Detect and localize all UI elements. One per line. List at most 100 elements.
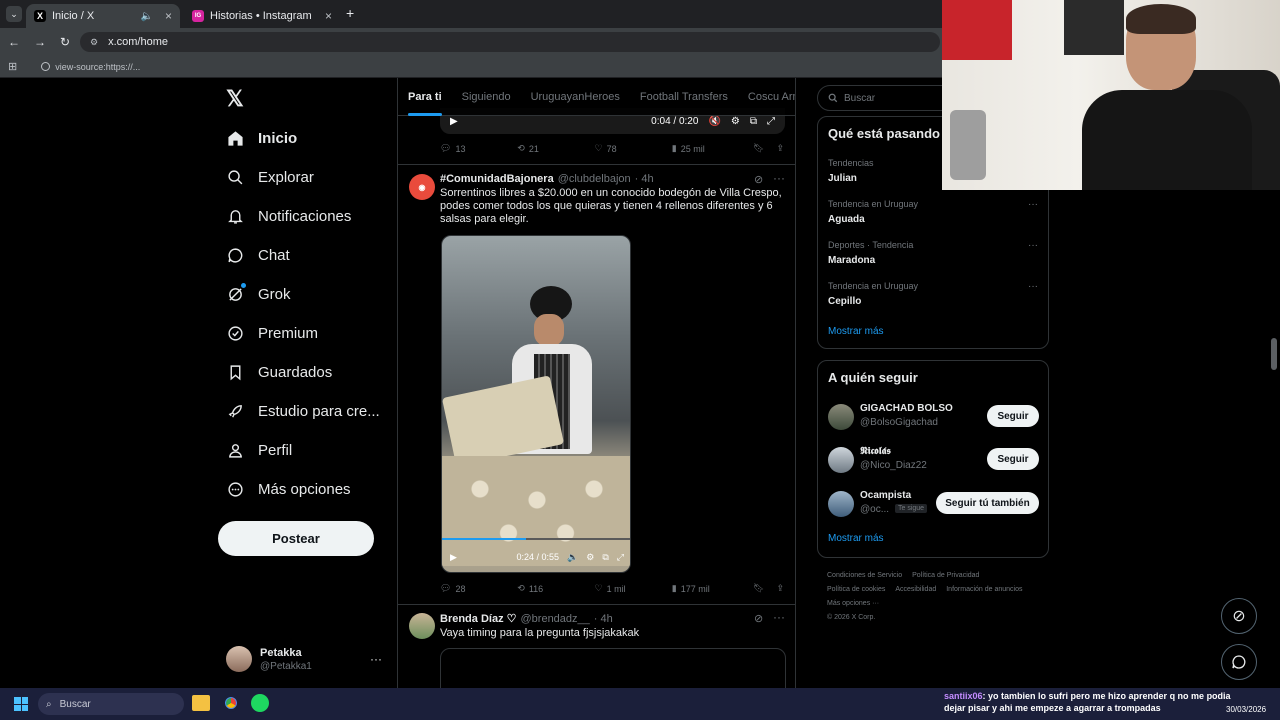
follow-suggestion[interactable]: GIGACHAD BOLSO @BolsoGigachad Seguir	[828, 401, 1040, 433]
nav-estudio[interactable]: Estudio para cre...	[226, 402, 380, 420]
tweet-video[interactable]: ▶ 0:24 / 0:55 🔈 ⚙ ⧉ ⤢	[441, 235, 631, 573]
author-name[interactable]: #ComunidadBajonera	[440, 173, 554, 185]
tweet[interactable]: ◉ #ComunidadBajonera @clubdelbajon · 4h …	[398, 165, 795, 605]
play-icon[interactable]: ▶	[450, 552, 457, 563]
chrome-icon[interactable]	[222, 694, 240, 712]
nav-perfil[interactable]: Perfil	[226, 441, 292, 459]
grok-float-icon[interactable]: ⊘	[1221, 598, 1257, 634]
follow-button[interactable]: Seguir	[987, 448, 1039, 470]
back-icon[interactable]: ←	[8, 35, 20, 49]
x-logo-icon[interactable]: 𝕏	[226, 88, 248, 110]
mute-icon[interactable]: 🔇	[708, 116, 720, 127]
follow-suggestion[interactable]: Ocampista @oc... Te sigue Seguir tú tamb…	[828, 488, 1040, 520]
tweet-time[interactable]: · 4h	[594, 613, 613, 625]
tab-instagram[interactable]: IG Historias • Instagram ×	[184, 4, 340, 28]
footer-link[interactable]: Política de cookies	[827, 586, 885, 593]
windows-start-icon[interactable]	[14, 697, 28, 711]
grok-icon[interactable]: ⊘	[754, 173, 763, 186]
more-icon[interactable]: ···	[773, 171, 785, 185]
new-tab-button[interactable]: +	[346, 5, 354, 21]
show-more-link[interactable]: Mostrar más	[828, 326, 884, 337]
file-explorer-icon[interactable]	[192, 695, 210, 711]
close-icon[interactable]: ×	[165, 9, 172, 23]
tweet-time[interactable]: · 4h	[635, 173, 654, 185]
pip-icon[interactable]: ⧉	[602, 552, 608, 563]
bookmark-item[interactable]: view-source:https://...	[41, 62, 140, 72]
more-icon[interactable]: ···	[1028, 199, 1038, 210]
settings-icon[interactable]: ⚙	[731, 116, 740, 127]
avatar[interactable]	[409, 613, 435, 639]
trend-item[interactable]: Deportes · Tendencia Maradona ···	[828, 240, 1038, 266]
more-icon[interactable]: ···	[1028, 240, 1038, 251]
nav-guardados[interactable]: Guardados	[226, 363, 332, 381]
nav-inicio[interactable]: Inicio	[226, 129, 297, 147]
tab-para-ti[interactable]: Para ti	[408, 91, 442, 116]
nav-premium[interactable]: Premium	[226, 324, 318, 342]
reply-button[interactable]: 💬︎ 13	[440, 143, 517, 154]
footer-link[interactable]: Información de anuncios	[946, 586, 1022, 593]
show-more-link[interactable]: Mostrar más	[828, 533, 884, 544]
nav-mas-opciones[interactable]: Más opciones	[226, 480, 351, 498]
repost-button[interactable]: ⟲ 116	[517, 583, 594, 594]
tab-football-transfers[interactable]: Football Transfers	[640, 91, 728, 103]
messages-float-button[interactable]	[1221, 644, 1257, 680]
tab-uruguayanheroes[interactable]: UruguayanHeroes	[531, 91, 620, 103]
reload-icon[interactable]: ↻	[60, 35, 70, 49]
account-switcher[interactable]: Petakka @Petakka1 ···	[226, 642, 396, 676]
forward-icon[interactable]: →	[34, 35, 46, 49]
author-handle[interactable]: @clubdelbajon	[558, 173, 631, 185]
video-progress[interactable]	[442, 538, 630, 540]
nav-chat[interactable]: Chat	[226, 246, 290, 264]
trend-item[interactable]: Tendencia en Uruguay Cepillo ···	[828, 281, 1038, 307]
footer-link[interactable]: Política de Privacidad	[912, 572, 979, 579]
follow-suggestion[interactable]: 𝕹𝖎𝖈𝖔𝖑𝖆́𝖘 @Nico_Diaz22 Seguir	[828, 444, 1040, 476]
more-icon[interactable]: ···	[370, 652, 382, 666]
tab-search-button[interactable]: ⌄	[6, 6, 22, 22]
fullscreen-icon[interactable]: ⤢	[617, 552, 624, 563]
reply-button[interactable]: 💬︎ 28	[440, 583, 517, 594]
spotify-icon[interactable]	[251, 694, 269, 712]
pip-icon[interactable]: ⧉	[750, 116, 757, 127]
follow-button[interactable]: Seguir	[987, 405, 1039, 427]
tweet-media[interactable]	[440, 648, 786, 688]
apps-grid-icon[interactable]: ⊞	[8, 60, 17, 73]
tab-inicio[interactable]: X Inicio / X 🔈 ×	[26, 4, 180, 28]
share-icon[interactable]: ⇪	[776, 143, 784, 154]
bookmark-icon[interactable]: 🔖︎	[753, 143, 764, 154]
play-icon[interactable]: ▶	[450, 116, 458, 127]
like-button[interactable]: ♡ 1 mil	[595, 583, 672, 594]
post-button[interactable]: Postear	[218, 521, 374, 556]
site-info-icon[interactable]: ⚙	[90, 37, 98, 48]
footer-link[interactable]: Más opciones ···	[827, 600, 879, 607]
share-icon[interactable]: ⇪	[776, 583, 784, 594]
settings-icon[interactable]: ⚙	[586, 552, 594, 563]
fullscreen-icon[interactable]: ⤢	[767, 116, 775, 127]
footer-link[interactable]: Condiciones de Servicio	[827, 572, 902, 579]
taskbar-search[interactable]: ⌕ Buscar	[38, 693, 184, 715]
repost-button[interactable]: ⟲ 21	[517, 143, 594, 154]
tab-coscu-army[interactable]: Coscu Army	[748, 91, 795, 103]
tab-siguiendo[interactable]: Siguiendo	[462, 91, 511, 103]
more-icon[interactable]: ···	[1028, 281, 1038, 292]
nav-explorar[interactable]: Explorar	[226, 168, 314, 186]
follow-back-button[interactable]: Seguir tú también	[936, 492, 1039, 514]
bookmark-icon[interactable]: 🔖︎	[753, 583, 764, 594]
trend-item[interactable]: Tendencia en Uruguay Aguada ···	[828, 199, 1038, 225]
views-button[interactable]: ▮ 25 mil	[672, 143, 753, 154]
nav-grok[interactable]: Grok	[226, 283, 291, 303]
author-handle[interactable]: @brendadz__	[521, 613, 590, 625]
page-scrollbar[interactable]	[1271, 338, 1277, 370]
close-icon[interactable]: ×	[325, 9, 332, 23]
avatar[interactable]: ◉	[409, 174, 435, 200]
grok-icon[interactable]: ⊘	[754, 612, 763, 625]
views-button[interactable]: ▮ 177 mil	[672, 583, 753, 594]
volume-icon[interactable]: 🔈	[567, 552, 578, 563]
nav-notificaciones[interactable]: Notificaciones	[226, 207, 351, 225]
tweet[interactable]: Brenda Díaz ♡ @brendadz__ · 4h ⊘ ··· Vay…	[398, 605, 795, 688]
address-bar[interactable]: ⚙ x.com/home	[80, 32, 940, 52]
more-icon[interactable]: ···	[773, 610, 785, 624]
author-name[interactable]: Brenda Díaz ♡	[440, 612, 517, 625]
speaker-icon[interactable]: 🔈	[141, 11, 153, 22]
like-button[interactable]: ♡ 78	[595, 143, 672, 154]
footer-link[interactable]: Accesibilidad	[895, 586, 936, 593]
